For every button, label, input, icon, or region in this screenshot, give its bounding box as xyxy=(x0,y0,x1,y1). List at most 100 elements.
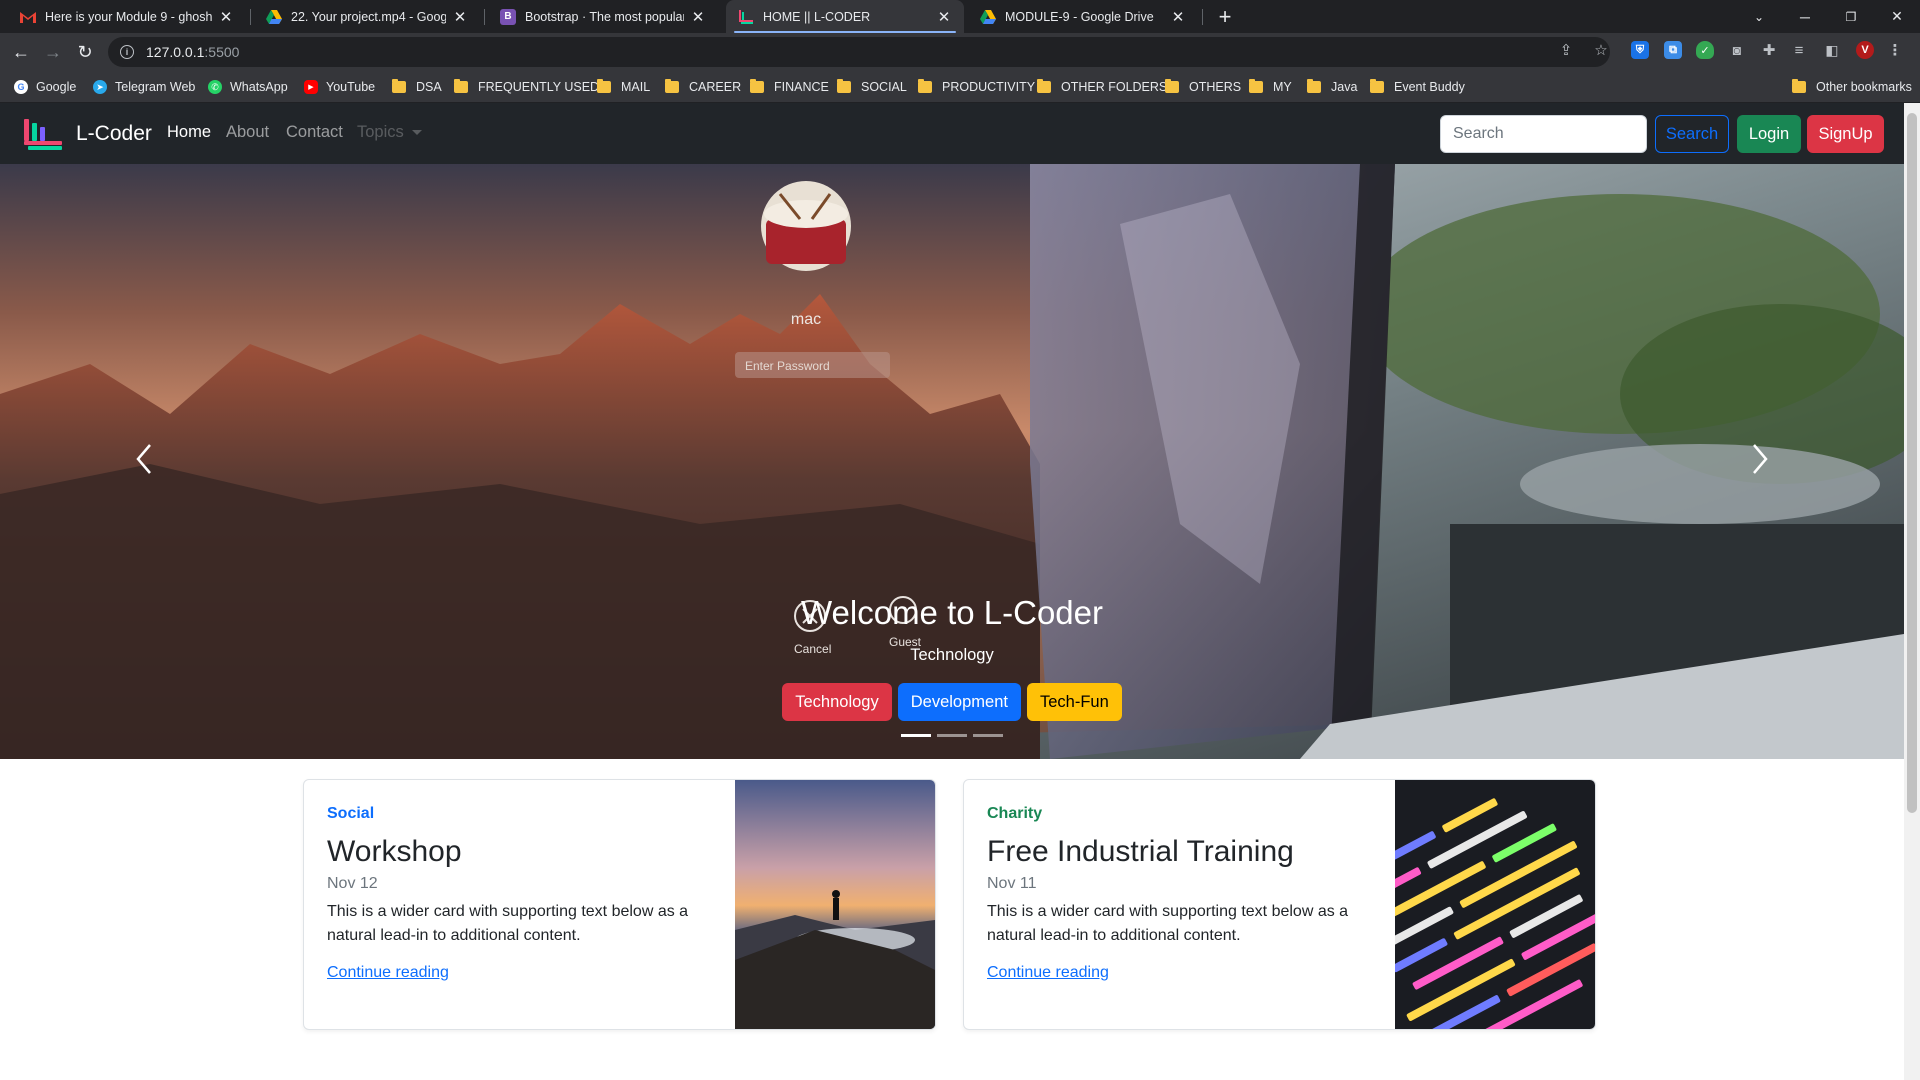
minimize-icon[interactable]: ─ xyxy=(1782,0,1828,33)
window-close-icon[interactable]: ✕ xyxy=(1874,0,1920,33)
bookmark-folder[interactable]: OTHER FOLDERS xyxy=(1037,71,1167,103)
scrollbar-thumb[interactable] xyxy=(1907,113,1917,813)
browser-tab[interactable]: MODULE-9 - Google Drive ✕ xyxy=(968,0,1198,33)
tab-title: HOME || L-CODER xyxy=(763,9,871,24)
card-category: Social xyxy=(327,805,375,822)
tab-close-icon[interactable]: ✕ xyxy=(936,9,952,26)
folder-icon xyxy=(750,79,764,93)
nav-link-contact[interactable]: Contact xyxy=(286,123,343,142)
back-arrow-icon[interactable]: ← xyxy=(8,39,34,65)
bookmark-folder[interactable]: MAIL xyxy=(597,71,650,103)
other-bookmarks-folder[interactable]: Other bookmarks xyxy=(1792,71,1912,103)
extensions-puzzle-icon[interactable]: ✚ xyxy=(1760,41,1778,59)
bitwarden-extension-icon[interactable]: ⛨ xyxy=(1631,41,1649,59)
bookmark-label: Other bookmarks xyxy=(1816,80,1912,94)
photo-user-text: mac xyxy=(791,311,821,328)
bookmark-label: WhatsApp xyxy=(230,80,288,94)
nav-link-about[interactable]: About xyxy=(226,123,269,142)
bookmark-folder[interactable]: SOCIAL xyxy=(837,71,907,103)
address-bar[interactable]: i 127.0.0.1:5500 xyxy=(108,37,1610,67)
browser-tab[interactable]: 22. Your project.mp4 - Google Dr ✕ xyxy=(254,0,480,33)
camera-extension-icon[interactable]: ◙ xyxy=(1728,41,1746,59)
bookmark-label: MAIL xyxy=(621,80,651,94)
lcoder-icon xyxy=(738,9,754,25)
technology-button[interactable]: Technology xyxy=(782,683,892,721)
browser-tab[interactable]: Here is your Module 9 - ghoshlol ✕ xyxy=(8,0,246,33)
browser-tab[interactable]: B Bootstrap · The most popular HT ✕ xyxy=(488,0,718,33)
bookmark-folder[interactable]: DSA xyxy=(392,71,442,103)
tab-close-icon[interactable]: ✕ xyxy=(218,9,234,26)
page-scrollbar[interactable] xyxy=(1904,103,1920,1080)
carousel-indicator[interactable] xyxy=(973,734,1003,737)
browser-menu-kebab-icon[interactable]: ⋮ xyxy=(1886,41,1904,59)
lcoder-logo-icon xyxy=(24,119,62,150)
nav-dropdown-label: Topics xyxy=(357,123,404,141)
folder-icon xyxy=(454,79,468,93)
brand[interactable]: L-Coder xyxy=(22,116,152,152)
browser-toolbar: ← → ↻ i 127.0.0.1:5500 ⇪ ☆ ⛨ ⧉ ✓ ◙ ✚ ≡ ◧… xyxy=(0,33,1920,71)
bookmark-star-icon[interactable]: ☆ xyxy=(1591,40,1611,60)
nav-link-home[interactable]: Home xyxy=(167,123,211,142)
tab-search-chevron-icon[interactable]: ⌄ xyxy=(1736,0,1782,33)
gmail-icon xyxy=(20,9,36,25)
nav-dropdown-topics[interactable]: Topics xyxy=(357,123,422,142)
hero-buttons: Technology Development Tech-Fun xyxy=(0,683,1904,721)
tab-close-icon[interactable]: ✕ xyxy=(452,9,468,26)
google-drive-icon xyxy=(266,9,282,25)
bookmark-folder[interactable]: FREQUENTLY USED xyxy=(454,71,599,103)
bookmark-label: CAREER xyxy=(689,80,742,94)
browser-tab-strip: Here is your Module 9 - ghoshlol ✕ 22. Y… xyxy=(0,0,1920,33)
carousel-indicator[interactable] xyxy=(937,734,967,737)
tab-close-icon[interactable]: ✕ xyxy=(1170,9,1186,26)
bookmark-label: DSA xyxy=(416,80,442,94)
search-input[interactable] xyxy=(1440,115,1647,153)
shield-extension-icon[interactable]: ✓ xyxy=(1696,41,1714,59)
bookmark-label: PRODUCTIVITY xyxy=(942,80,1036,94)
reload-icon[interactable]: ↻ xyxy=(72,39,98,65)
carousel-prev-button[interactable] xyxy=(124,434,164,484)
bookmark-whatsapp[interactable]: ✆ WhatsApp xyxy=(208,71,288,103)
card-date: Nov 12 xyxy=(327,875,378,892)
site-info-icon[interactable]: i xyxy=(120,45,134,59)
folder-icon xyxy=(1249,79,1263,93)
development-button[interactable]: Development xyxy=(897,683,1021,721)
post-card: Social Workshop Nov 12 This is a wider c… xyxy=(303,779,936,1030)
continue-reading-link[interactable]: Continue reading xyxy=(987,964,1109,982)
bookmark-folder[interactable]: Java xyxy=(1307,71,1357,103)
translate-extension-icon[interactable]: ⧉ xyxy=(1664,41,1682,59)
bookmark-folder[interactable]: FINANCE xyxy=(750,71,829,103)
bookmark-folder[interactable]: Event Buddy xyxy=(1370,71,1465,103)
tab-title: 22. Your project.mp4 - Google Dr xyxy=(291,9,446,24)
folder-icon xyxy=(1370,79,1384,93)
forward-arrow-icon[interactable]: → xyxy=(40,39,66,65)
tech-fun-button[interactable]: Tech-Fun xyxy=(1026,683,1122,721)
new-tab-plus-icon[interactable]: + xyxy=(1212,4,1238,30)
browser-tab-active[interactable]: HOME || L-CODER ✕ xyxy=(726,0,964,33)
restore-icon[interactable]: ❐ xyxy=(1828,0,1874,33)
profile-avatar[interactable]: V xyxy=(1856,41,1874,59)
bookmark-google[interactable]: G Google xyxy=(14,71,76,103)
share-icon[interactable]: ⇪ xyxy=(1556,40,1576,60)
tab-close-icon[interactable]: ✕ xyxy=(690,9,706,26)
hero-title: Welcome to L-Coder xyxy=(800,594,1103,631)
bookmark-folder[interactable]: OTHERS xyxy=(1165,71,1241,103)
tab-separator xyxy=(250,9,251,25)
card-category: Charity xyxy=(987,805,1043,822)
carousel-indicator[interactable] xyxy=(901,734,931,737)
folder-icon xyxy=(1037,79,1051,93)
bookmark-telegram[interactable]: ➤ Telegram Web xyxy=(93,71,195,103)
bookmark-folder[interactable]: MY xyxy=(1249,71,1292,103)
side-panel-icon[interactable]: ◧ xyxy=(1823,41,1841,59)
carousel-next-button[interactable] xyxy=(1740,434,1780,484)
bookmark-label: Java xyxy=(1331,80,1358,94)
continue-reading-link[interactable]: Continue reading xyxy=(327,964,449,982)
tab-separator xyxy=(1202,9,1203,25)
reading-list-icon[interactable]: ≡ xyxy=(1790,41,1808,59)
search-button[interactable]: Search xyxy=(1655,115,1729,153)
bookmark-label: Telegram Web xyxy=(115,80,196,94)
signup-button[interactable]: SignUp xyxy=(1807,115,1884,153)
bookmark-folder[interactable]: PRODUCTIVITY xyxy=(918,71,1035,103)
bookmark-youtube[interactable]: ▶ YouTube xyxy=(304,71,375,103)
login-button[interactable]: Login xyxy=(1737,115,1801,153)
bookmark-folder[interactable]: CAREER xyxy=(665,71,741,103)
